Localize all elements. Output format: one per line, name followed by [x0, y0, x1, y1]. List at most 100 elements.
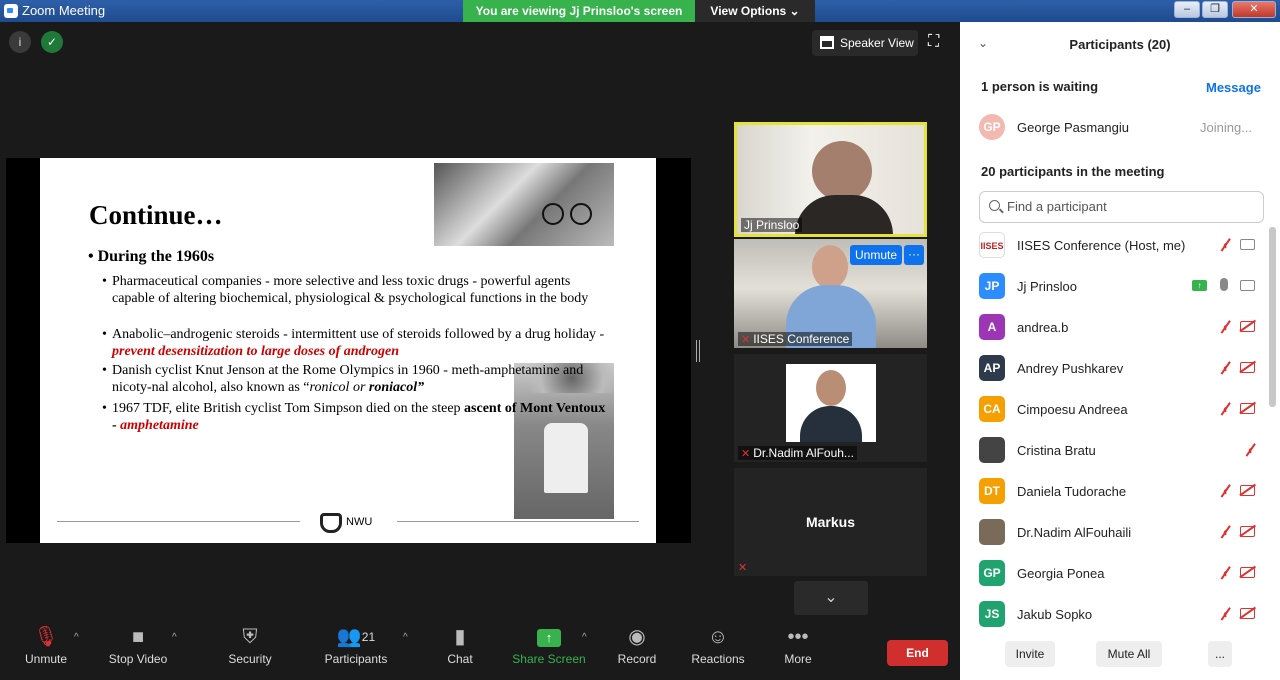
avatar — [979, 519, 1005, 545]
record-icon: ◉ — [628, 626, 646, 648]
mic-muted-icon: ◖ — [1242, 442, 1258, 458]
stop-video-label: Stop Video — [108, 652, 168, 666]
slide-heading: • During the 1960s — [88, 248, 215, 265]
chat-bubble-icon: ▮ — [454, 626, 466, 648]
participant-head — [812, 245, 848, 289]
video-tile-markus[interactable]: Markus ✕ — [734, 468, 927, 576]
tile-more-button[interactable]: ··· — [904, 245, 924, 265]
mic-muted-icon: ◖ — [1217, 360, 1233, 376]
grid-icon — [820, 36, 834, 49]
more-button[interactable]: ••• More — [780, 622, 816, 680]
participants-button[interactable]: 👥21 Participants — [320, 622, 392, 680]
tile-name-text: Dr.Nadim AlFouh... — [753, 446, 854, 460]
slide-title: Continue… — [89, 200, 223, 230]
mic-muted-icon: ◖ — [1217, 524, 1233, 540]
view-options-button[interactable]: View Options ⌄ — [695, 0, 815, 22]
record-label: Record — [617, 652, 657, 666]
video-tile-nadim[interactable]: ✕ Dr.Nadim AlFouh... — [734, 354, 927, 462]
security-label: Security — [228, 652, 272, 666]
participant-name: Jakub Sopko — [1017, 607, 1093, 622]
mic-muted-icon: ◖ — [1217, 237, 1233, 253]
share-screen-button[interactable]: ↑ Share Screen — [510, 622, 588, 680]
reactions-label: Reactions — [691, 652, 745, 666]
mic-muted-icon: ◖ — [1217, 483, 1233, 499]
participant-search-input[interactable]: Find a participant — [979, 191, 1264, 223]
video-off-icon — [1240, 608, 1255, 619]
participant-name: Georgia Ponea — [1017, 566, 1105, 581]
video-off-icon — [1240, 403, 1255, 414]
stop-video-button[interactable]: ■ Stop Video — [104, 622, 172, 680]
video-off-icon — [1240, 526, 1255, 537]
chat-label: Chat — [447, 652, 473, 666]
avatar: GP — [979, 560, 1005, 586]
bullet-italic-text: ronicol or — [309, 380, 369, 395]
shared-screen: Continue… • During the 1960s Pharmaceuti… — [6, 158, 691, 543]
chevron-up-icon[interactable]: ^ — [582, 632, 587, 643]
speaker-view-button[interactable]: Speaker View — [812, 30, 918, 56]
microphone-icon — [1220, 278, 1228, 291]
participant-name: George Pasmangiu — [1017, 120, 1130, 135]
message-button[interactable]: Message — [1206, 80, 1261, 95]
title-bar: Zoom Meeting You are viewing Jj Prinsloo… — [0, 0, 1280, 22]
info-icon[interactable]: i — [9, 31, 31, 53]
panel-title: Participants (20) — [1069, 37, 1171, 52]
participant-row[interactable]: JP Jj Prinsloo ↑ — [960, 266, 1270, 307]
joining-status: Joining... — [1200, 120, 1253, 135]
meeting-toolbar: 🎙 Unmute ^ ■ Stop Video ^ ⛨ Security 👥21… — [0, 622, 960, 680]
participant-row[interactable]: JS Jakub Sopko ◖ — [960, 594, 1270, 635]
slide-bullet: 1967 TDF, elite British cyclist Tom Simp… — [102, 400, 612, 434]
tile-name-label: Jj Prinsloo — [741, 218, 803, 232]
chevron-up-icon[interactable]: ^ — [172, 632, 177, 643]
participant-row[interactable]: IISES IISES Conference (Host, me) ◖ — [960, 225, 1270, 266]
chat-button[interactable]: ▮ Chat — [440, 622, 480, 680]
participant-row[interactable]: CA Cimpoesu Andreea ◖ — [960, 389, 1270, 430]
participant-name: andrea.b — [1017, 320, 1069, 335]
video-off-icon — [1240, 321, 1255, 332]
search-placeholder: Find a participant — [1007, 199, 1107, 214]
bicycle-wheel — [542, 203, 564, 225]
participant-row[interactable]: GP Georgia Ponea ◖ — [960, 553, 1270, 594]
participant-name: Jj Prinsloo — [1017, 279, 1077, 294]
nwu-logo-text: NWU — [346, 516, 373, 528]
share-screen-label: Share Screen — [512, 652, 586, 666]
record-button[interactable]: ◉ Record — [614, 622, 660, 680]
chevron-up-icon[interactable]: ^ — [403, 632, 408, 643]
bullet-bold-text: ascent of Mont Ventoux — [464, 401, 606, 416]
security-button[interactable]: ⛨ Security — [224, 622, 276, 680]
resize-handle[interactable] — [696, 340, 700, 362]
video-tile-jj-prinsloo[interactable]: Jj Prinsloo — [734, 122, 927, 237]
participant-row[interactable]: DT Daniela Tudorache ◖ — [960, 471, 1270, 512]
end-meeting-button[interactable]: End — [887, 640, 948, 666]
participants-icon: 👥21 — [336, 626, 376, 648]
mic-muted-icon: ✕ — [741, 334, 751, 346]
footer-line — [57, 521, 300, 522]
scrollbar[interactable] — [1269, 227, 1276, 407]
invite-button[interactable]: Invite — [1005, 641, 1055, 667]
search-icon — [989, 200, 1000, 211]
shield-check-icon[interactable]: ✓ — [41, 31, 63, 53]
nwu-logo — [320, 513, 342, 533]
more-options-button[interactable]: ... — [1208, 641, 1232, 667]
mute-all-button[interactable]: Mute All — [1096, 641, 1162, 667]
participant-row[interactable]: Dr.Nadim AlFouhaili ◖ — [960, 512, 1270, 553]
chevron-up-icon[interactable]: ^ — [74, 632, 79, 643]
participant-row[interactable]: Aandrea.b ◖ — [960, 307, 1270, 348]
participants-label: Participants — [324, 652, 388, 666]
minimize-icon[interactable]: – — [1174, 1, 1200, 18]
participant-row[interactable]: Cristina Bratu ◖ — [960, 430, 1270, 471]
participant-row[interactable]: AP Andrey Pushkarev ◖ — [960, 348, 1270, 389]
waiting-participant-row[interactable]: GP George Pasmangiu Joining... — [960, 114, 1270, 142]
video-tile-iises-conference[interactable]: Unmute ··· ✕ IISES Conference — [734, 239, 927, 348]
bullet-red-text: prevent desensitization to large doses o… — [112, 344, 400, 359]
maximize-icon[interactable]: ❐ — [1202, 1, 1228, 18]
reactions-button[interactable]: ☺ Reactions — [688, 622, 748, 680]
smiley-plus-icon: ☺ — [707, 626, 729, 648]
mic-muted-icon: ◖ — [1217, 319, 1233, 335]
fullscreen-icon[interactable]: ⛶ — [928, 33, 946, 51]
zoom-app-icon — [4, 4, 18, 18]
tile-unmute-button[interactable]: Unmute — [850, 245, 902, 265]
speaker-view-label: Speaker View — [840, 36, 914, 50]
scroll-down-icon[interactable]: ⌄ — [794, 581, 868, 615]
close-icon[interactable]: ✕ — [1232, 1, 1276, 18]
unmute-button[interactable]: 🎙 Unmute — [20, 622, 72, 680]
